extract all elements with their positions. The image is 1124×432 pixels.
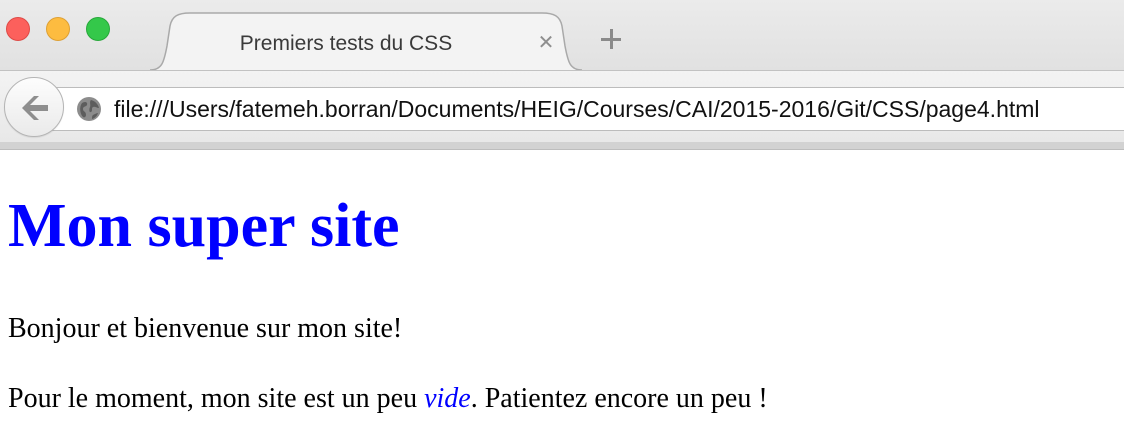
page-heading: Mon super site xyxy=(8,192,400,260)
url-bar[interactable]: file:///Users/fatemeh.borran/Documents/H… xyxy=(48,87,1124,131)
status-text-before: Pour le moment, mon site est un peu xyxy=(8,383,425,414)
back-arrow-icon xyxy=(22,96,48,120)
tab-active[interactable]: Premiers tests du CSS ✕ xyxy=(150,12,582,72)
status-text-after: . Patientez encore un peu ! xyxy=(470,383,768,414)
toolbar-separator xyxy=(0,142,1124,150)
url-text[interactable]: file:///Users/fatemeh.borran/Documents/H… xyxy=(114,94,1040,124)
navigation-bar: file:///Users/fatemeh.borran/Documents/H… xyxy=(0,70,1124,142)
tab-title: Premiers tests du CSS xyxy=(239,32,453,55)
welcome-paragraph: Bonjour et bienvenue sur mon site! xyxy=(8,313,403,344)
status-paragraph: Pour le moment, mon site est un peu vide… xyxy=(8,383,768,415)
plus-icon[interactable] xyxy=(598,26,624,52)
back-button[interactable] xyxy=(4,77,64,137)
window-close-button[interactable] xyxy=(6,17,30,41)
page-content: Mon super site Bonjour et bienvenue sur … xyxy=(0,150,1124,432)
window-maximize-button[interactable] xyxy=(86,17,110,41)
close-icon[interactable]: ✕ xyxy=(536,30,556,54)
globe-icon xyxy=(76,96,102,122)
emphasis-text: vide xyxy=(424,383,471,414)
window-minimize-button[interactable] xyxy=(46,17,70,41)
title-bar: Premiers tests du CSS ✕ xyxy=(0,0,1124,72)
